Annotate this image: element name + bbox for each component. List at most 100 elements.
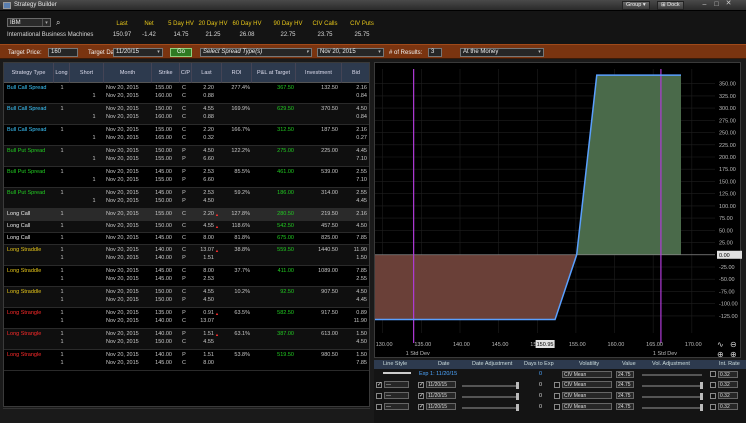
group-button[interactable]: Group ▾ (622, 1, 650, 10)
scenario-row[interactable]: — 11/20/15 0 CIV Mean 24.75 0.32 (374, 392, 746, 402)
symbol-input[interactable]: IBM ▾ (7, 18, 51, 27)
vol-adjustment-slider[interactable] (642, 385, 702, 387)
column-header[interactable]: Strike (152, 63, 180, 83)
rate-checkbox[interactable] (710, 393, 716, 399)
scenario-checkbox[interactable] (376, 404, 382, 410)
vol-adjustment-slider[interactable] (642, 407, 702, 409)
volatility-select[interactable]: CIV Mean (562, 392, 612, 399)
minimize-icon[interactable]: – (700, 1, 709, 10)
table-row[interactable]: Long Strangle 1 1 Nov 20, 2015 Nov 20, 2015 1… (4, 350, 369, 371)
slider-knob[interactable] (700, 404, 703, 411)
maximize-icon[interactable]: □ (712, 1, 721, 10)
column-header[interactable]: Short (70, 63, 104, 83)
date-adjustment-slider[interactable] (462, 407, 517, 409)
date-checkbox[interactable] (418, 381, 424, 388)
zoom-reset-icon[interactable]: ⊕ (730, 350, 737, 359)
zoom-out-icon[interactable]: ⊖ (730, 340, 737, 349)
chevron-down-icon[interactable]: ▾ (304, 49, 311, 56)
vol-value-input[interactable]: 24.75 (616, 403, 634, 410)
volatility-select[interactable]: CIV Mean (562, 371, 612, 378)
scenario-checkbox[interactable] (376, 393, 382, 399)
scenario-checkbox[interactable] (376, 381, 382, 388)
table-row[interactable]: Long Call 1 Nov 20, 2015 155.00 C 2.20 ▲ 127.8%… (4, 209, 369, 221)
vol-value-input[interactable]: 24.75 (616, 392, 634, 399)
target-price-input[interactable]: 160 (48, 48, 78, 57)
rate-checkbox[interactable] (710, 404, 716, 410)
moneyness-select[interactable]: At the Money ▾ (460, 48, 544, 57)
vol-adjustment-slider[interactable] (642, 374, 702, 376)
table-row[interactable]: Long Straddle 1 1 Nov 20, 2015 Nov 20, 2015 1… (4, 245, 369, 266)
results-input[interactable]: 3 (428, 48, 442, 57)
scenario-row[interactable]: — 11/20/15 0 CIV Mean 24.75 0.32 (374, 381, 746, 391)
column-header[interactable]: P&L at Target (252, 63, 296, 83)
rate-input[interactable]: 0.32 (718, 371, 738, 378)
column-header[interactable]: Last (192, 63, 222, 83)
slider-knob[interactable] (700, 382, 703, 389)
slider-knob[interactable] (700, 393, 703, 400)
close-icon[interactable]: ✕ (724, 0, 733, 9)
chevron-down-icon[interactable]: ▾ (42, 19, 50, 26)
table-row[interactable]: Bull Put Spread 1 1 Nov 20, 2015 Nov 20, 201… (4, 146, 369, 167)
go-button[interactable]: Go (170, 48, 192, 57)
rate-input[interactable]: 0.32 (718, 381, 738, 388)
date-input[interactable]: 11/20/15 (426, 392, 456, 399)
line-style-select[interactable]: — (384, 381, 409, 388)
alert-icon: ▲ (215, 224, 219, 229)
chevron-down-icon[interactable]: ▾ (376, 49, 383, 56)
table-row[interactable]: Bull Call Spread 1 1 Nov 20, 2015 Nov 20, 20… (4, 104, 369, 125)
table-row[interactable]: Long Strangle 1 1 Nov 20, 2015 Nov 20, 2015 1… (4, 308, 369, 329)
column-header[interactable]: Month (104, 63, 152, 83)
table-row[interactable]: Long Strangle 1 1 Nov 20, 2015 Nov 20, 2015 1… (4, 329, 369, 350)
vol-value-input[interactable]: 24.75 (616, 381, 634, 388)
volatility-select[interactable]: CIV Mean (562, 381, 612, 388)
vol-value-input[interactable]: 24.75 (616, 371, 634, 378)
vol-checkbox[interactable] (554, 404, 560, 410)
table-row[interactable]: Bull Put Spread 1 1 Nov 20, 2015 Nov 20, 201… (4, 188, 369, 209)
dock-button[interactable]: ⊞ Dock (657, 1, 684, 10)
date-input[interactable]: 11/20/15 (426, 381, 456, 388)
slider-knob[interactable] (516, 382, 519, 389)
slider-knob[interactable] (516, 404, 519, 411)
rate-input[interactable]: 0.32 (718, 392, 738, 399)
date-checkbox[interactable] (418, 403, 424, 410)
strike-price: 145.00 (155, 190, 172, 196)
vol-adjustment-slider[interactable] (642, 396, 702, 398)
column-header[interactable]: Investment (296, 63, 342, 83)
vol-checkbox[interactable] (554, 393, 560, 399)
chevron-down-icon[interactable]: ▾ (536, 49, 543, 56)
volatility-select[interactable]: CIV Mean (562, 403, 612, 410)
column-header[interactable]: Strategy Type (4, 63, 54, 83)
line-style-select[interactable]: — (384, 403, 409, 410)
spread-type-select[interactable]: Select Spread Type(s) ▾ (200, 48, 312, 57)
chevron-down-icon[interactable]: ▾ (155, 49, 162, 56)
crosshair-icon[interactable]: ∿ (717, 340, 724, 349)
scenario-panel: Line Style Date Date Adjustment Days to Exp… (374, 360, 746, 423)
table-row[interactable]: Long Call 1 Nov 20, 2015 145.00 C 8.00 81.8% 67… (4, 233, 369, 245)
slider-knob[interactable] (516, 393, 519, 400)
scenario-row[interactable]: — 11/20/15 0 CIV Mean 24.75 0.32 (374, 403, 746, 413)
vol-checkbox[interactable] (554, 382, 560, 388)
column-header[interactable]: Long (54, 63, 70, 83)
column-header[interactable]: ROI (222, 63, 252, 83)
table-row[interactable]: Long Straddle 1 1 Nov 20, 2015 Nov 20, 2015 1… (4, 287, 369, 308)
line-style-select[interactable]: — (384, 392, 409, 399)
column-header[interactable]: Bid (342, 63, 369, 83)
target-date-input[interactable]: 11/20/15 ▾ (113, 48, 163, 57)
date-checkbox[interactable] (418, 392, 424, 399)
column-header[interactable]: C/P (180, 63, 192, 83)
payoff-chart[interactable]: 350.00 325.00 300.00 275.00 250.00 225.00 200.… (374, 62, 742, 358)
date-adjustment-slider[interactable] (462, 396, 517, 398)
rate-checkbox[interactable] (710, 382, 716, 388)
search-icon[interactable]: ⌕ (56, 18, 60, 28)
table-row[interactable]: Bull Call Spread 1 1 Nov 20, 2015 Nov 20, 20… (4, 83, 369, 104)
zoom-in-icon[interactable]: ⊕ (717, 350, 724, 359)
table-row[interactable]: Long Call 1 Nov 20, 2015 150.00 C 4.55 ▲ 118.6%… (4, 221, 369, 233)
rate-checkbox[interactable] (710, 371, 716, 377)
table-row[interactable]: Bull Put Spread 1 1 Nov 20, 2015 Nov 20, 201… (4, 167, 369, 188)
date-input[interactable]: 11/20/15 (426, 403, 456, 410)
date-adjustment-slider[interactable] (462, 385, 517, 387)
rate-input[interactable]: 0.32 (718, 403, 738, 410)
table-row[interactable]: Bull Call Spread 1 1 Nov 20, 2015 Nov 20, 20… (4, 125, 369, 146)
table-row[interactable]: Long Straddle 1 1 Nov 20, 2015 Nov 20, 2015 1… (4, 266, 369, 287)
expiration-select[interactable]: Nov 20, 2015 ▾ (317, 48, 384, 57)
